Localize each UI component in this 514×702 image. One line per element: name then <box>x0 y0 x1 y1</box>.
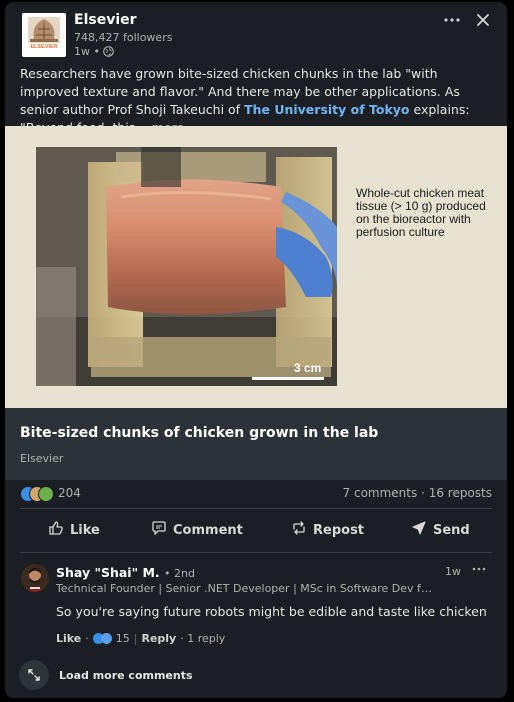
image-caption: Whole-cut chicken meat tissue (> 10 g) p… <box>356 186 486 239</box>
comment-reaction-count[interactable]: 15 <box>116 632 130 645</box>
post-image[interactable]: 3 cm Whole-cut chicken meat tissue (> 10… <box>5 126 507 408</box>
comment-more-options-icon[interactable] <box>471 561 487 581</box>
support-reaction-icon <box>38 486 54 502</box>
article-link-card[interactable]: Bite-sized chunks of chicken grown in th… <box>5 408 507 480</box>
post-time: 1w • <box>74 45 100 58</box>
comment-button[interactable]: Comment <box>151 514 243 546</box>
reply-count[interactable]: · 1 reply <box>180 632 225 645</box>
reaction-count[interactable]: 204 <box>58 486 81 500</box>
comment-item: Shay "Shai" M. • 2nd Technical Founder |… <box>5 558 507 648</box>
article-source: Elsevier <box>20 452 64 465</box>
comment-actions: Like · 15 | Reply · 1 reply <box>56 632 225 645</box>
send-label: Send <box>433 522 470 538</box>
stats-divider <box>20 508 492 509</box>
commenter-avatar[interactable] <box>21 564 49 592</box>
more-options-icon[interactable] <box>442 10 462 30</box>
commenter-name[interactable]: Shay "Shai" M. • 2nd <box>56 565 195 580</box>
comment-icon <box>151 520 167 540</box>
thumbs-up-icon <box>48 520 64 540</box>
org-mention-link[interactable]: The University of Tokyo <box>244 102 409 117</box>
send-icon <box>411 520 427 540</box>
author-name[interactable]: Elsevier <box>74 12 137 28</box>
like-label: Like <box>70 522 100 538</box>
repost-icon <box>291 520 307 540</box>
article-title[interactable]: Bite-sized chunks of chicken grown in th… <box>20 425 378 441</box>
send-button[interactable]: Send <box>411 514 470 546</box>
comment-like-button[interactable]: Like <box>56 632 81 645</box>
elsevier-logo[interactable]: ELSEVIER <box>22 13 66 57</box>
scale-label: 3 cm <box>294 361 322 375</box>
comment-time: 1w <box>445 565 461 578</box>
close-icon[interactable] <box>473 10 493 30</box>
logo-wordmark: ELSEVIER <box>30 44 58 50</box>
comment-separator: · <box>85 632 89 645</box>
connection-degree: • 2nd <box>164 567 195 580</box>
commenter-name-text: Shay "Shai" M. <box>56 565 160 580</box>
comments-reposts-count[interactable]: 7 comments · 16 reposts <box>343 486 492 500</box>
reaction-icons[interactable] <box>20 486 60 502</box>
follower-count: 748,427 followers <box>74 31 173 44</box>
commenter-headline: Technical Founder | Senior .NET Develope… <box>56 582 436 595</box>
load-more-comments-button[interactable]: Load more comments <box>19 660 193 690</box>
post-meta: 1w • <box>74 45 114 58</box>
post-header: ELSEVIER Elsevier 748,427 followers 1w • <box>5 2 507 62</box>
social-counts: 204 7 comments · 16 reposts <box>20 486 492 502</box>
repost-label: Repost <box>313 522 365 538</box>
comment-separator-2: | <box>133 632 138 645</box>
action-bar: Like Comment Repost Send <box>5 514 507 546</box>
comment-label: Comment <box>173 522 243 538</box>
globe-icon <box>103 46 114 57</box>
actions-divider <box>20 552 492 553</box>
lab-chicken-photo: 3 cm <box>36 147 337 386</box>
post-card: ELSEVIER Elsevier 748,427 followers 1w •… <box>5 2 507 698</box>
reply-button[interactable]: Reply <box>141 632 176 645</box>
repost-button[interactable]: Repost <box>291 514 364 546</box>
expand-icon <box>19 660 49 690</box>
comment-body: So you're saying future robots might be … <box>56 604 487 619</box>
scale-bar <box>252 377 324 380</box>
comment-celebrate-reaction-icon <box>100 633 112 644</box>
like-button[interactable]: Like <box>48 514 100 546</box>
comment-reaction-icons[interactable] <box>92 633 112 644</box>
load-more-label: Load more comments <box>59 668 193 682</box>
